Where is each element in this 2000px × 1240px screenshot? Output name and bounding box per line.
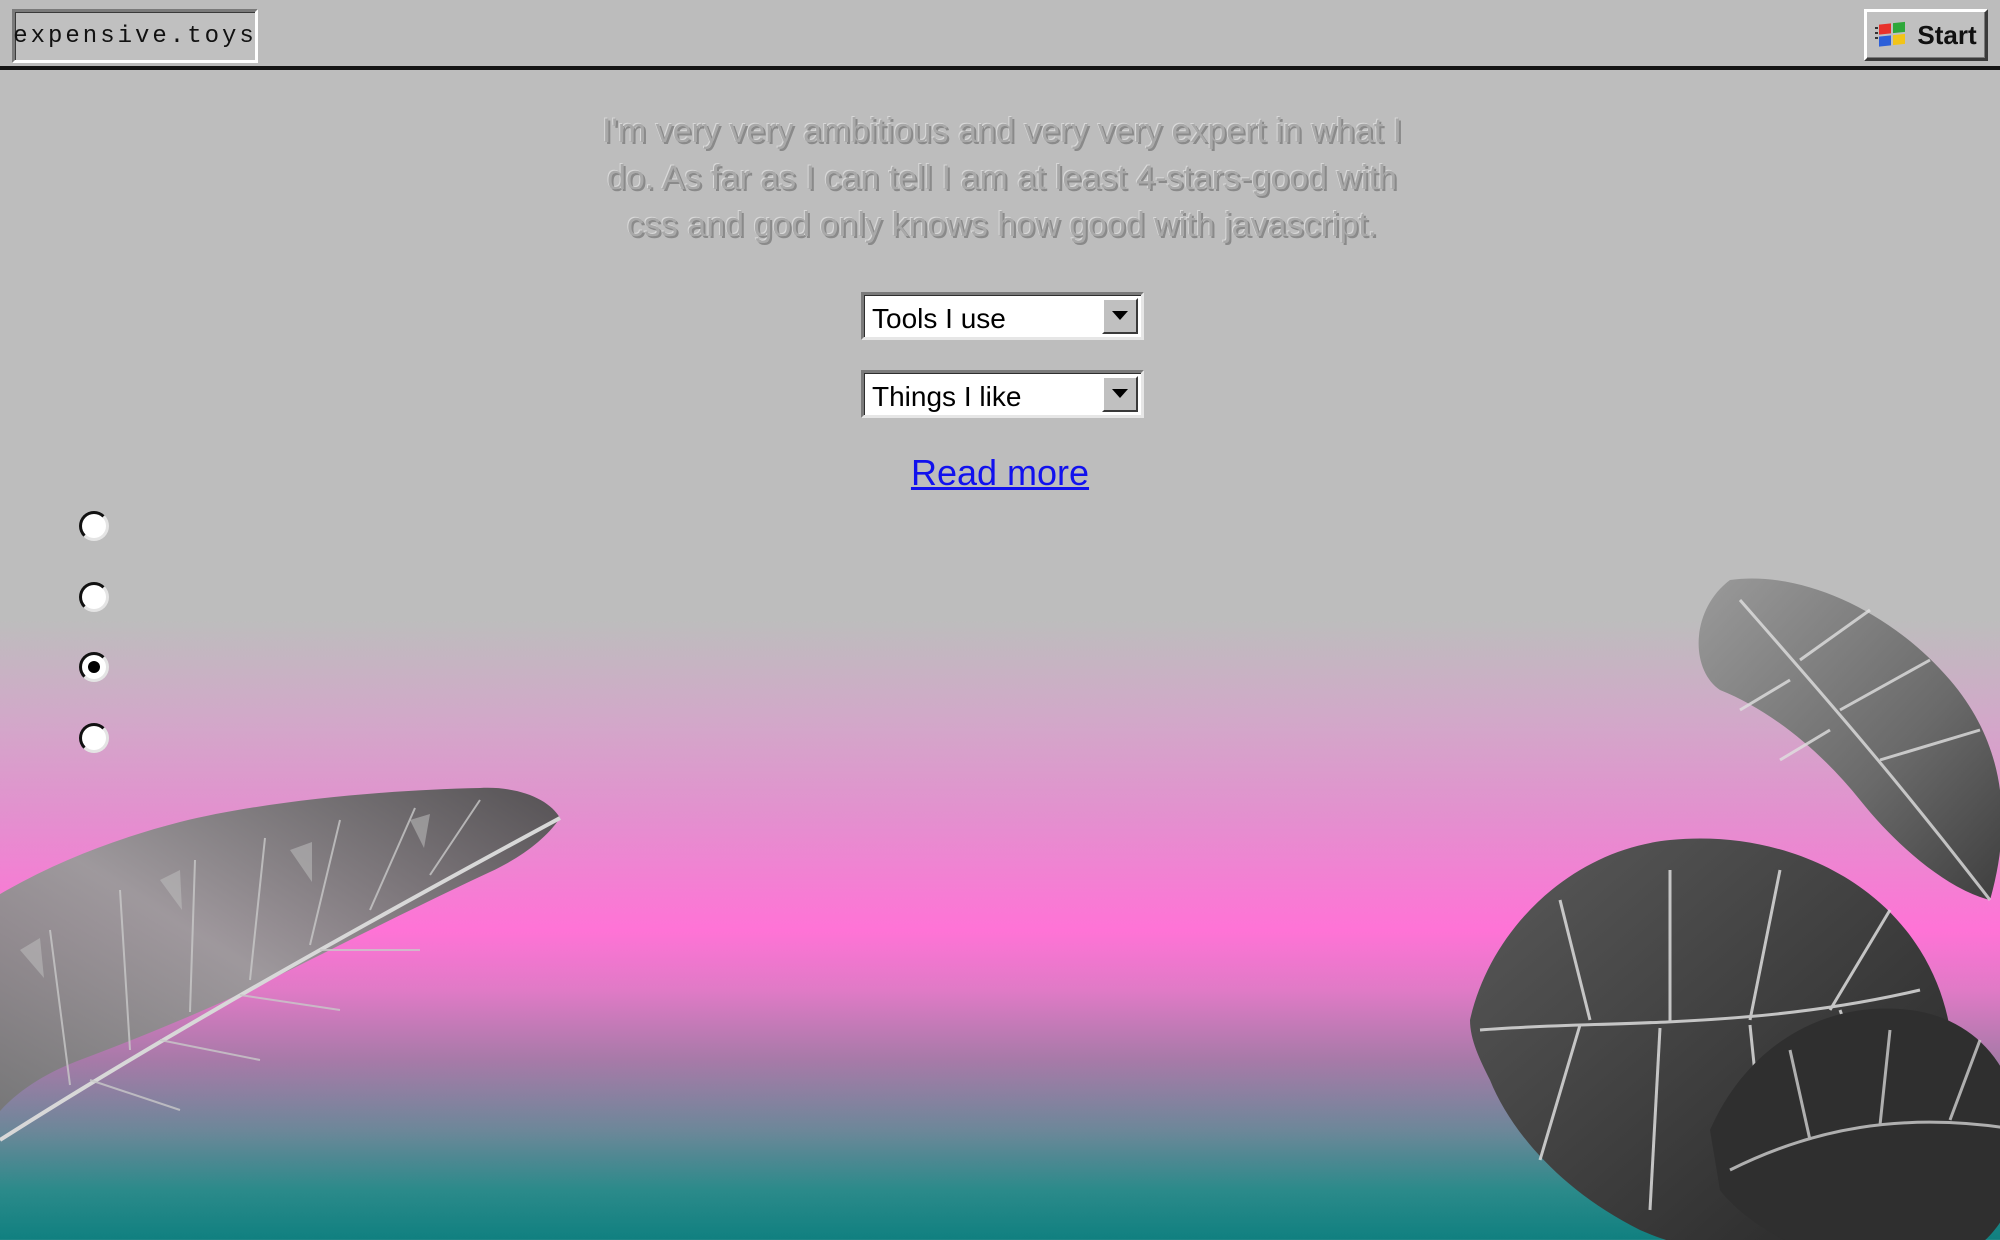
things-select[interactable]: Things I like	[861, 370, 1144, 418]
radio-option-3[interactable]	[79, 652, 109, 682]
start-button[interactable]: Start	[1864, 9, 1988, 61]
windows-logo-icon	[1875, 19, 1909, 52]
things-select-value: Things I like	[872, 381, 1022, 412]
intro-text: I'm very very ambitious and very very ex…	[601, 112, 1403, 244]
brand-name: expensive.toys	[13, 22, 257, 50]
start-label: Start	[1917, 19, 1977, 50]
radio-option-4[interactable]	[79, 723, 109, 753]
tools-select[interactable]: Tools I use	[861, 292, 1144, 340]
top-bar: expensive.toys Start	[0, 0, 2000, 70]
monstera-leaf-illustration	[1470, 578, 2000, 1240]
read-more-link[interactable]: Read more	[911, 452, 1089, 493]
banana-leaf-illustration	[0, 787, 561, 1142]
radio-option-1[interactable]	[79, 511, 109, 541]
chevron-down-icon[interactable]	[1102, 376, 1138, 412]
read-more-row: Read more	[0, 452, 2000, 494]
radio-selected-dot	[88, 661, 100, 673]
radio-option-2[interactable]	[79, 582, 109, 612]
brand-box[interactable]: expensive.toys	[12, 9, 258, 63]
chevron-down-icon[interactable]	[1102, 298, 1138, 334]
tools-select-value: Tools I use	[872, 303, 1006, 334]
